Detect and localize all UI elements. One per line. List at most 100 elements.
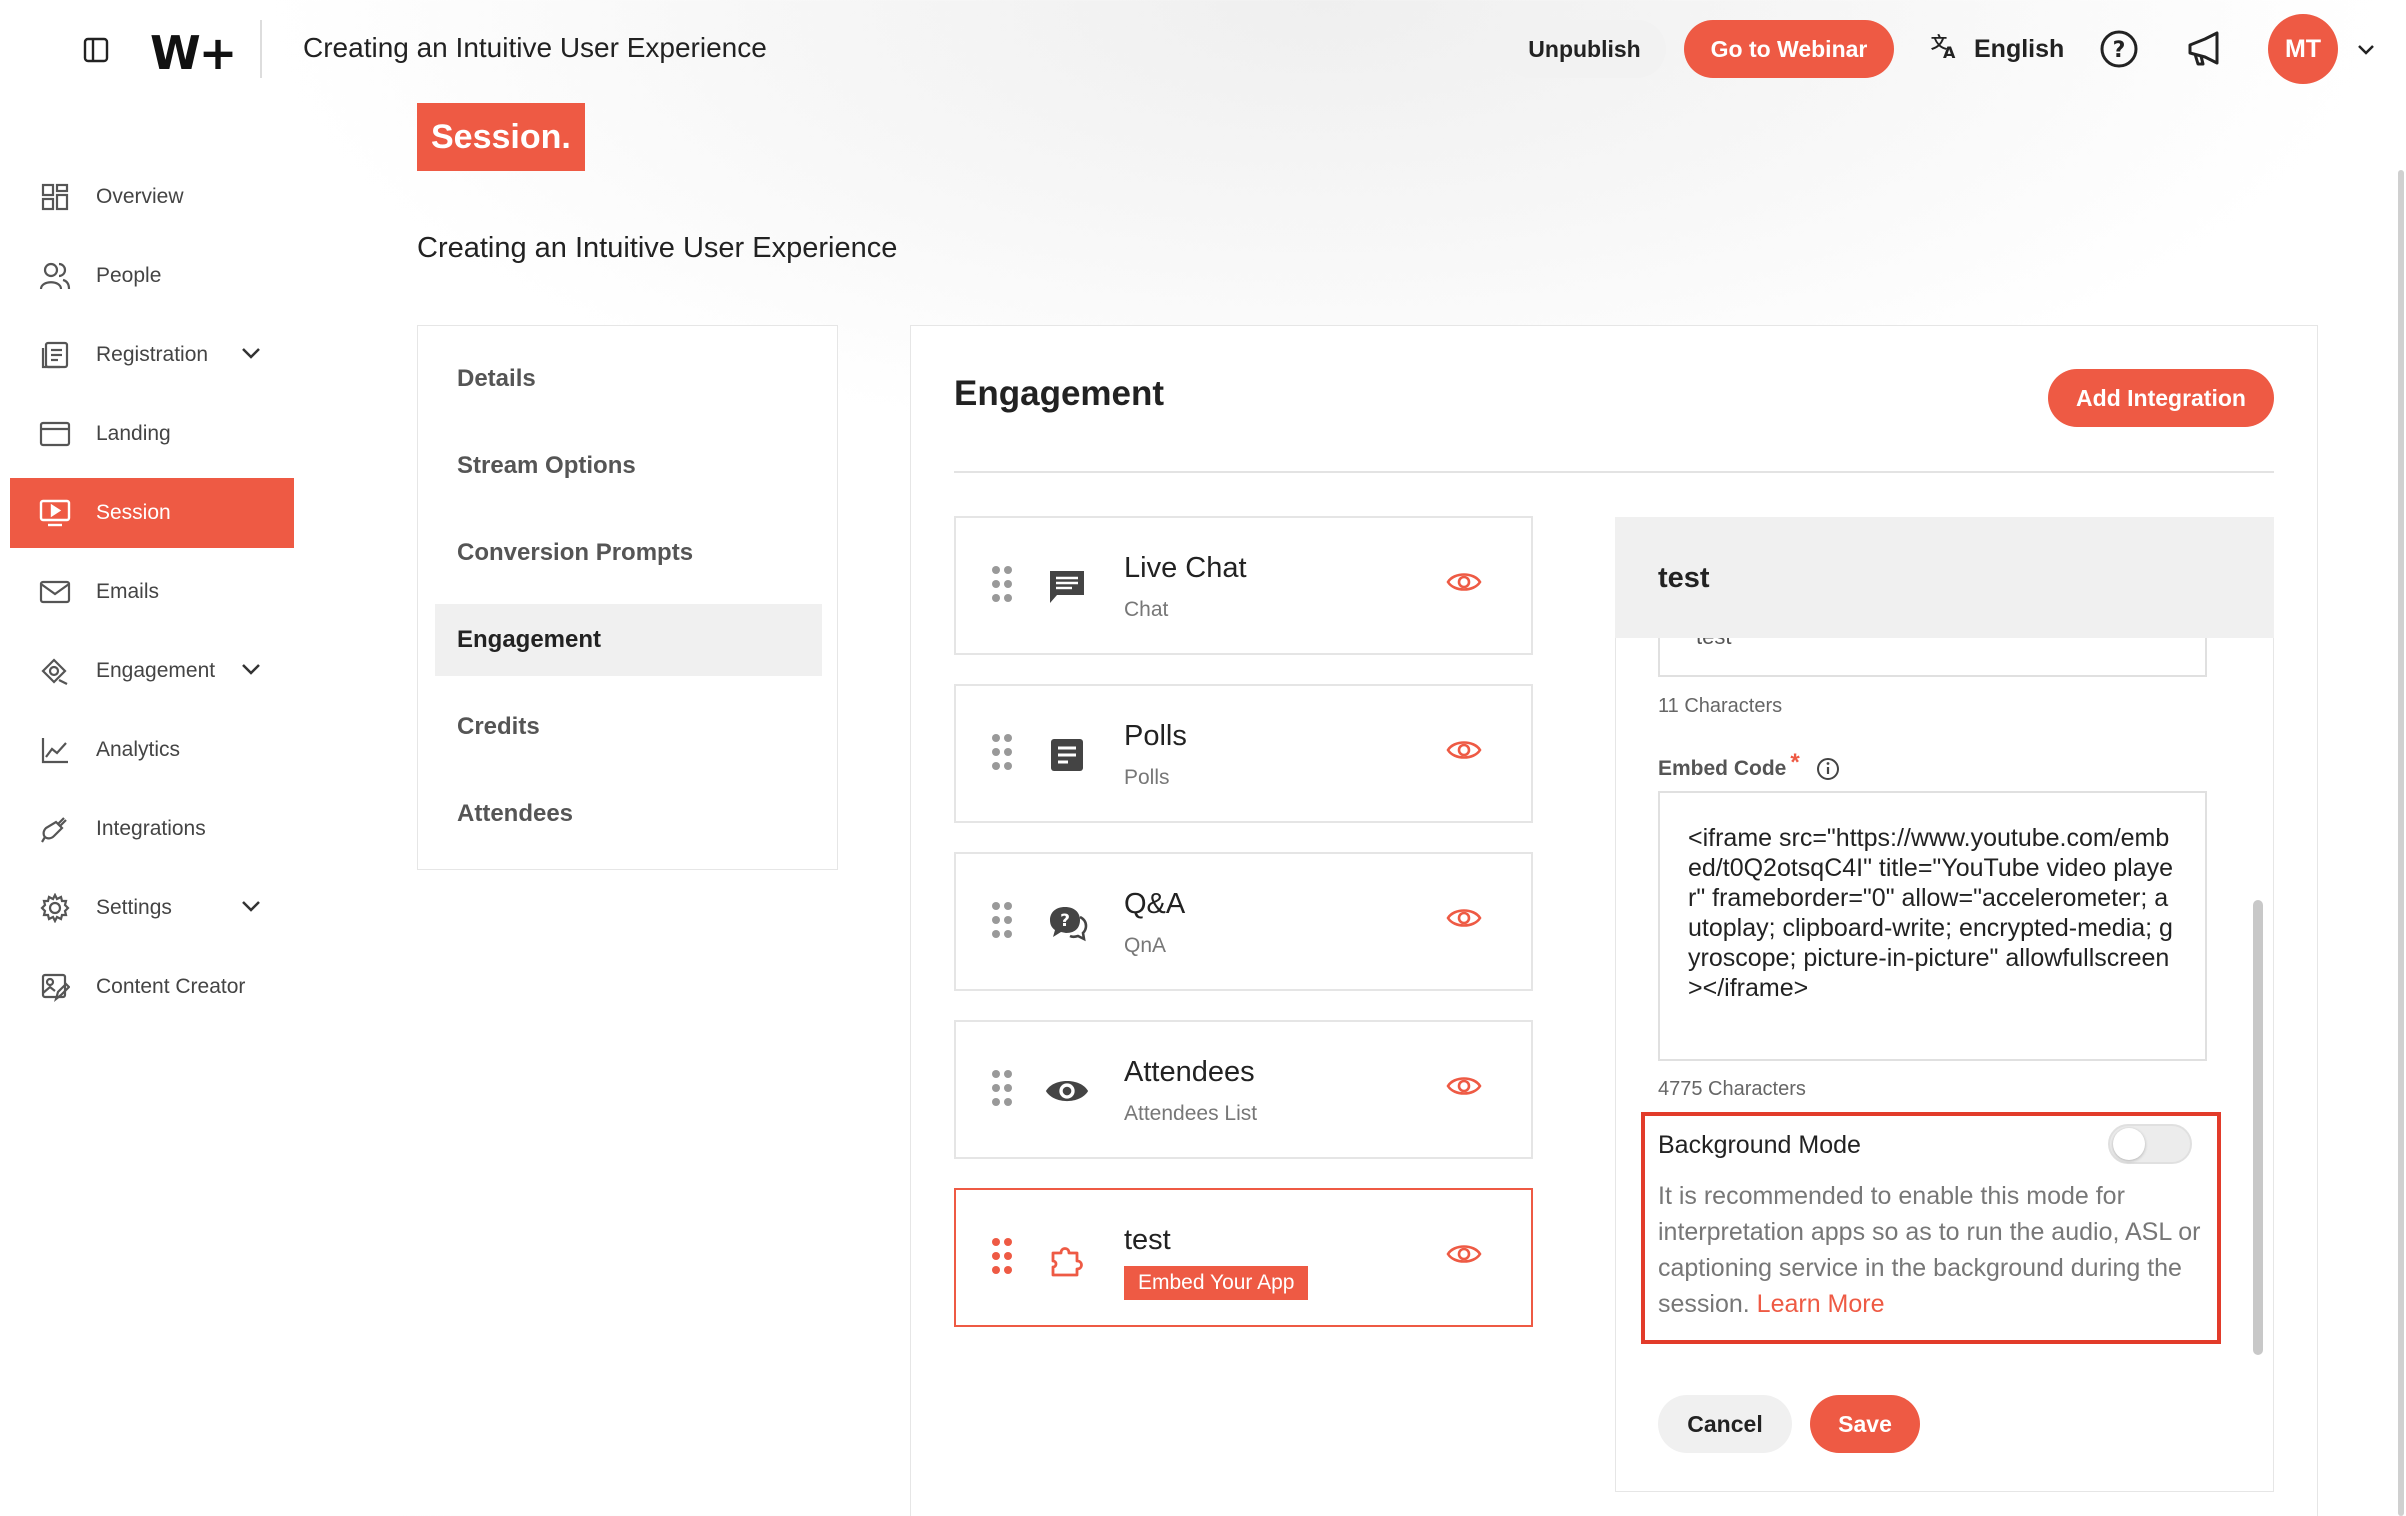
visibility-eye-icon[interactable] [1446,738,1482,767]
integration-item-polls[interactable]: Polls Polls [954,684,1533,823]
sidebar-item-integrations[interactable]: Integrations [10,794,294,864]
sidebar-item-label: Session [96,501,171,524]
engagement-icon [38,654,72,688]
integration-name: Polls [1124,720,1187,752]
input-value: test [1696,638,1731,650]
integration-type: Attendees List [1124,1102,1258,1125]
drag-handle-icon[interactable] [990,1236,1014,1281]
sidebar-item-analytics[interactable]: Analytics [10,715,294,785]
drag-handle-icon[interactable] [990,1068,1014,1113]
drag-handle-icon[interactable] [990,564,1014,609]
chevron-down-icon[interactable] [2354,38,2378,62]
integration-item-test[interactable]: test Embed Your App [954,1188,1533,1327]
eye-icon [1044,1068,1090,1114]
panel-header [1615,517,2274,638]
sidebar-item-emails[interactable]: Emails [10,557,294,627]
integration-name: Q&A [1124,888,1186,920]
sidebar-item-label: Analytics [96,738,181,761]
required-asterisk: * [1790,749,1800,776]
sidebar-item-label: Landing [96,422,171,445]
integration-name: test [1124,1224,1171,1256]
integration-name: Attendees [1124,1056,1255,1088]
sidebar-item-label: Emails [96,580,160,603]
visibility-eye-icon[interactable] [1446,1242,1482,1271]
sidebar-item-label: Settings [96,896,172,919]
sidebar-item-settings[interactable]: Settings [10,873,294,943]
integration-item-qna[interactable]: ? Q&A QnA [954,852,1533,991]
sidebar-item-label: Integrations [96,817,206,840]
people-icon [38,259,72,293]
page-scrollbar[interactable] [2398,170,2404,1516]
sidebar-item-landing[interactable]: Landing [10,399,294,469]
megaphone-icon[interactable] [2182,27,2226,71]
visibility-eye-icon[interactable] [1446,1074,1482,1103]
integration-item-attendees[interactable]: Attendees Attendees List [954,1020,1533,1159]
sidebar-item-content-creator[interactable]: Content Creator [10,952,294,1022]
chevron-down-icon[interactable] [240,658,262,682]
unpublish-button[interactable]: Unpublish [1503,20,1666,78]
qna-icon: ? [1044,900,1090,946]
language-selector[interactable]: 文A English [1930,20,2064,78]
toggle-knob [2113,1128,2145,1160]
integration-type: QnA [1124,934,1167,957]
integration-item-live-chat[interactable]: Live Chat Chat [954,516,1533,655]
grid-icon [38,180,72,214]
learn-more-link[interactable]: Learn More [1757,1290,1885,1318]
menu-item-credits[interactable]: Credits [435,691,822,763]
webinar-title: Creating an Intuitive User Experience [303,32,767,63]
content-creator-icon [38,970,72,1004]
menu-item-details[interactable]: Details [435,343,822,415]
chevron-down-icon[interactable] [240,895,262,919]
registration-icon [38,338,72,372]
line-chart-icon [38,733,72,767]
app-logo[interactable]: W+ [150,26,237,80]
poll-icon [1044,732,1090,778]
embed-char-count: 4775 Characters [1658,1078,1806,1100]
puzzle-icon [1044,1236,1090,1282]
user-avatar[interactable]: MT [2268,14,2338,84]
integration-name-input[interactable]: test [1658,638,2207,677]
sidebar-item-engagement[interactable]: Engagement [10,636,294,706]
play-screen-icon [38,496,72,530]
menu-item-conversion-prompts[interactable]: Conversion Prompts [435,517,822,589]
sidebar-item-label: Overview [96,185,184,208]
sidebar-item-people[interactable]: People [10,241,294,311]
menu-item-stream-options[interactable]: Stream Options [435,430,822,502]
divider [954,471,2274,473]
section-tag: Session. [417,103,585,171]
drag-handle-icon[interactable] [990,900,1014,945]
add-integration-button[interactable]: Add Integration [2048,369,2274,427]
info-icon[interactable] [1816,757,1840,781]
sidebar-item-registration[interactable]: Registration [10,320,294,390]
save-button[interactable]: Save [1810,1395,1920,1453]
background-mode-toggle[interactable] [2108,1124,2192,1164]
browser-window-icon [38,417,72,451]
header-divider [260,20,262,78]
menu-item-attendees[interactable]: Attendees [435,778,822,850]
sidebar-toggle-icon[interactable] [78,34,114,66]
go-to-webinar-button[interactable]: Go to Webinar [1684,20,1894,78]
menu-item-engagement[interactable]: Engagement [435,604,822,676]
sidebar-item-session[interactable]: Session [10,478,294,548]
embed-code-textarea[interactable]: <iframe src="https://www.youtube.com/emb… [1658,791,2207,1061]
embed-app-badge: Embed Your App [1124,1266,1309,1300]
chevron-down-icon[interactable] [240,342,262,366]
mail-icon [38,575,72,609]
chat-icon [1044,564,1090,610]
background-mode-description: It is recommended to enable this mode fo… [1658,1182,2201,1318]
translate-icon: 文A [1930,31,1960,68]
sidebar-item-label: Content Creator [96,975,246,998]
visibility-eye-icon[interactable] [1446,570,1482,599]
sidebar-item-label: Engagement [96,659,216,682]
cancel-button[interactable]: Cancel [1658,1395,1792,1453]
drag-handle-icon[interactable] [990,732,1014,777]
visibility-eye-icon[interactable] [1446,906,1482,935]
panel-scrollbar[interactable] [2253,900,2263,1355]
sidebar-item-overview[interactable]: Overview [10,162,294,232]
svg-text:A: A [1943,43,1956,61]
sidebar-item-label: People [96,264,162,287]
help-icon[interactable]: ? [2097,27,2141,71]
svg-text:?: ? [2113,38,2126,63]
name-char-count: 11 Characters [1658,695,1783,717]
panel-title: test [1658,562,1710,594]
